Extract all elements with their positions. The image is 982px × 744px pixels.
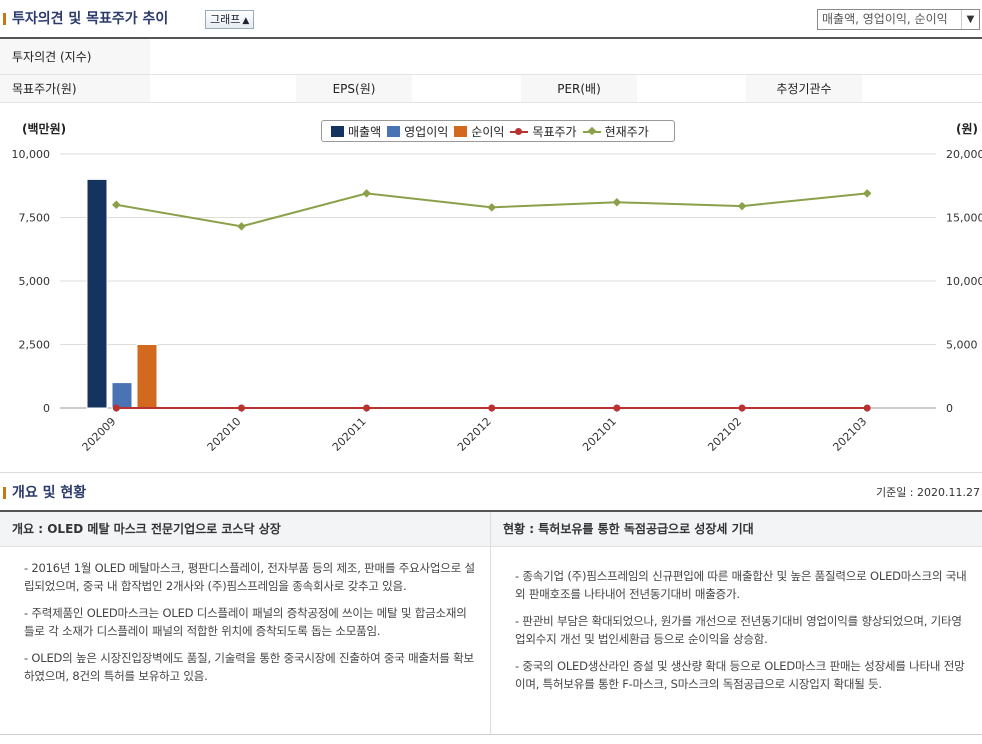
x-tick-label: 202102 (705, 415, 744, 454)
overview-item: - 주력제품인 OLED마스크는 OLED 디스플레이 패널의 증착공정에 쓰이… (24, 606, 467, 638)
y-left-tick-label: 2,500 (19, 339, 51, 352)
status-column: 현황 : 특허보유를 통한 독점공급으로 성장세 기대 - 종속기업 (주)핌스… (491, 512, 982, 734)
point-현재주가 (487, 203, 496, 212)
x-tick-label: 202010 (205, 415, 244, 454)
eps-label: EPS(원) (296, 75, 412, 102)
section-header-overview: 개요 및 현황 (0, 482, 982, 510)
section-divider (0, 472, 982, 473)
status-item: - 중국의 OLED생산라인 증설 및 생산량 확대 등으로 OLED마스크 판… (515, 659, 965, 691)
y-right-tick-label: 20,000 (946, 148, 982, 161)
overview-body: - 2016년 1월 OLED 메탈마스크, 평판디스플레이, 전자부품 등의 … (0, 547, 490, 685)
per-label: PER(배) (521, 75, 637, 102)
metric-select-value: 매출액, 영업이익, 순이익 (822, 12, 948, 26)
x-tick-label: 202101 (580, 415, 619, 454)
bar-매출액 (86, 178, 108, 409)
target-price-row: 목표주가(원) EPS(원) PER(배) 추정기관수 (0, 75, 982, 103)
chevron-down-icon: ▼ (961, 10, 979, 29)
point-현재주가 (362, 189, 371, 198)
point-목표주가 (738, 404, 746, 412)
point-목표주가 (363, 404, 371, 412)
analysts-label: 추정기관수 (746, 75, 862, 102)
chart-plot: 10,000 7,500 5,000 2,500 0 20,000 15,000 10,000… (12, 148, 982, 454)
point-목표주가 (613, 404, 621, 412)
section-title: 개요 및 현황 (12, 485, 87, 501)
point-목표주가 (863, 404, 871, 412)
y-left-tick-label: 7,500 (19, 212, 51, 225)
chart-area: (백만원) (원) 매출액 영업이익 순이익 목표주가 현재주가 10,000 7… (0, 110, 982, 470)
status-item: - 종속기업 (주)핌스프레임의 신규편입에 따른 매출합산 및 높은 품질력으… (515, 569, 967, 601)
x-tick-label: 202103 (830, 415, 869, 454)
point-목표주가 (112, 404, 120, 412)
status-title: 현황 : 특허보유를 통한 독점공급으로 성장세 기대 (491, 512, 982, 547)
opinion-row: 투자의견 (지수) (0, 39, 982, 75)
y-left-tick-label: 10,000 (12, 148, 51, 161)
x-tick-label: 202011 (330, 415, 369, 454)
metric-select[interactable]: 매출액, 영업이익, 순이익 ▼ (817, 9, 980, 30)
overview-item: - OLED의 높은 시장진입장벽에도 품질, 기술력을 통한 중국시장에 진출… (24, 651, 474, 683)
x-tick-label: 202009 (80, 415, 119, 454)
bar-영업이익 (111, 382, 133, 409)
section-marker (3, 13, 6, 25)
y-left-tick-label: 0 (43, 402, 50, 415)
y-left-tick-label: 5,000 (19, 275, 51, 288)
point-현재주가 (612, 198, 622, 207)
x-tick-label: 202012 (455, 415, 494, 454)
y-right-tick-label: 15,000 (946, 212, 982, 225)
overview-title: 개요 : OLED 메탈 마스크 전문기업으로 코스닥 상장 (0, 512, 490, 547)
y-right-tick-label: 10,000 (946, 275, 982, 288)
target-price-label: 목표주가(원) (0, 75, 150, 102)
point-목표주가 (488, 404, 496, 412)
point-목표주가 (237, 404, 245, 412)
y-right-tick-label: 0 (946, 402, 953, 415)
overview-table: 개요 : OLED 메탈 마스크 전문기업으로 코스닥 상장 - 2016년 1… (0, 510, 982, 735)
opinion-label: 투자의견 (지수) (0, 39, 150, 74)
point-현재주가 (737, 201, 747, 211)
overview-item: - 2016년 1월 OLED 메탈마스크, 평판디스플레이, 전자부품 등의 … (24, 561, 475, 593)
caret-up-icon: ▲ (242, 16, 250, 26)
section-title: 투자의견 및 목표주가 추이 (12, 11, 169, 27)
point-현재주가 (862, 189, 872, 198)
point-현재주가 (112, 200, 121, 210)
y-right-tick-label: 5,000 (946, 339, 978, 352)
graph-toggle-button[interactable]: 그래프 ▲ (205, 10, 255, 29)
base-date: 기준일 : 2020.11.27 (875, 486, 980, 499)
bar-순이익 (136, 344, 158, 409)
overview-column: 개요 : OLED 메탈 마스크 전문기업으로 코스닥 상장 - 2016년 1… (0, 512, 491, 734)
status-body: - 종속기업 (주)핌스프레임의 신규편입에 따른 매출합산 및 높은 품질력으… (491, 547, 982, 693)
point-현재주가 (237, 222, 246, 231)
status-item: - 판관비 부담은 확대되었으나, 원가를 개선으로 전년동기대비 영업이익를 … (515, 614, 962, 646)
graph-toggle-label: 그래프 (210, 13, 241, 26)
section-marker (3, 487, 6, 499)
opinion-table: 투자의견 (지수) 목표주가(원) EPS(원) PER(배) 추정기관수 (0, 37, 982, 103)
